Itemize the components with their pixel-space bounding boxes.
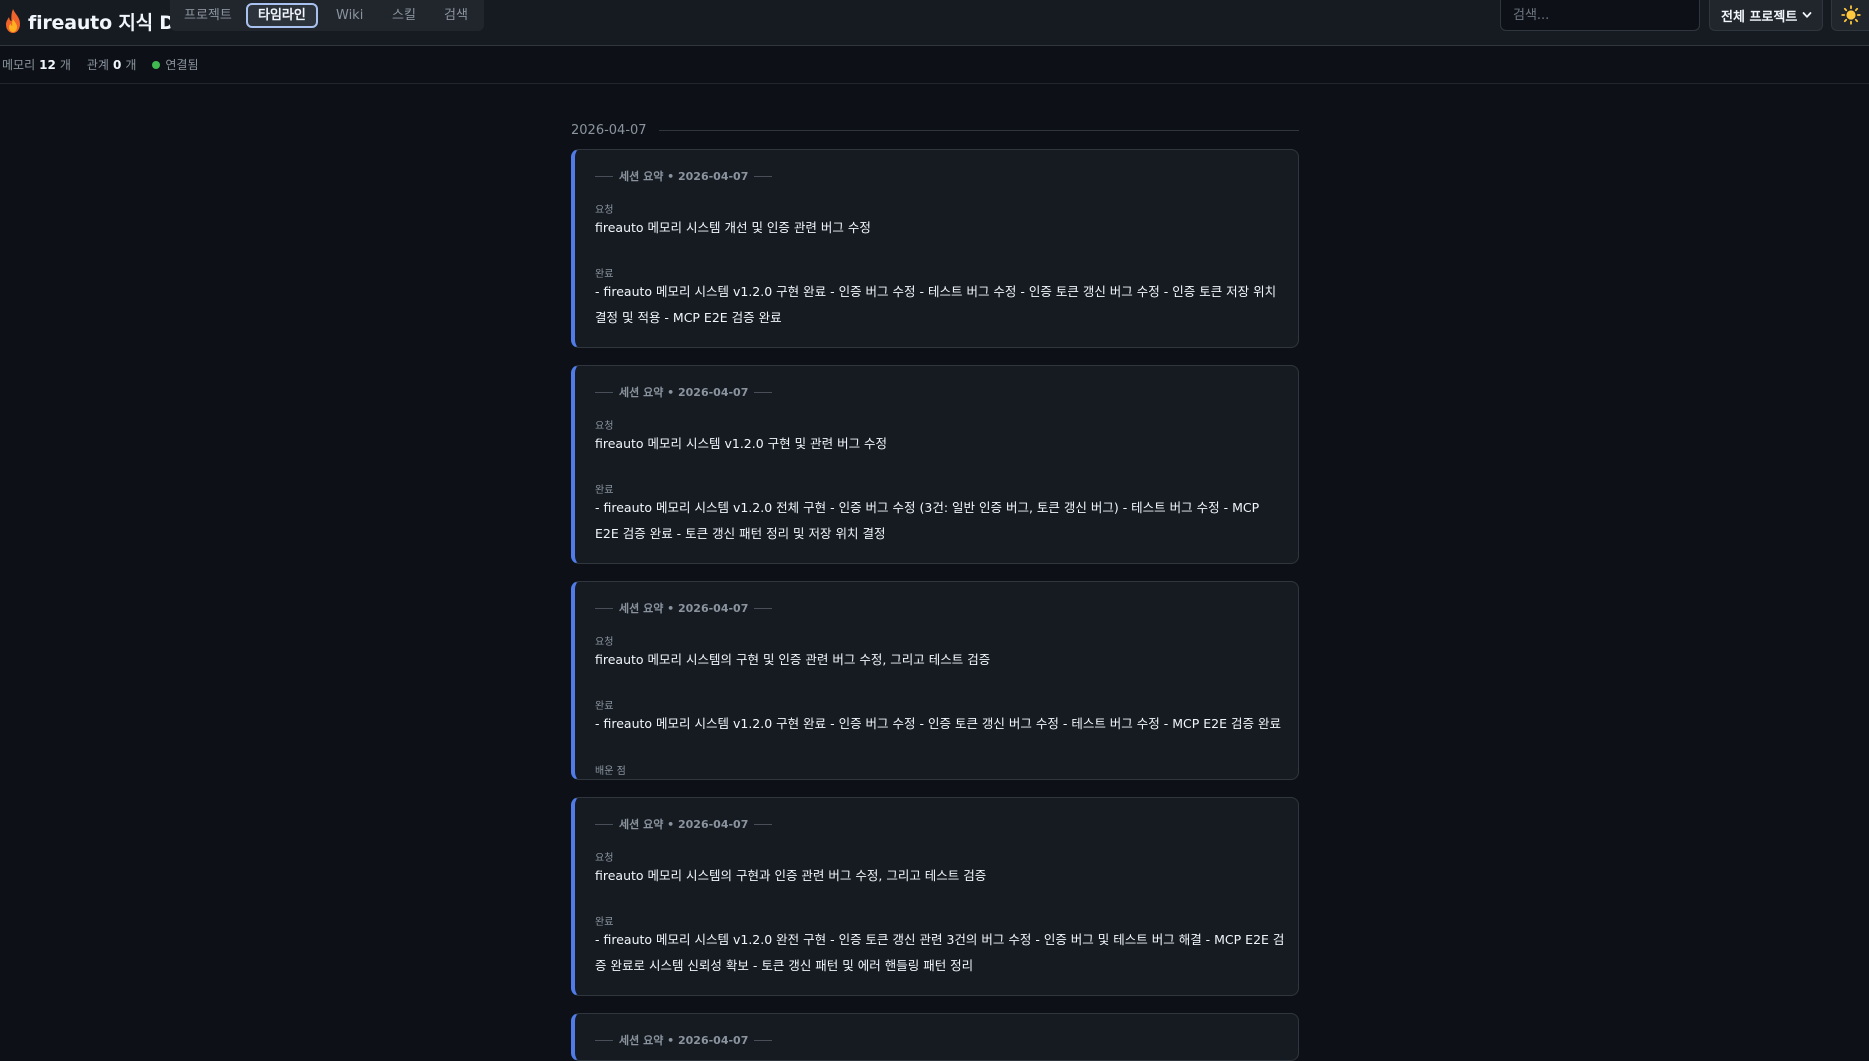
request-text: fireauto 메모리 시스템의 구현 및 인증 관련 버그 수정, 그리고 …	[595, 652, 991, 667]
sun-icon	[1840, 5, 1861, 25]
memory-count: 12	[39, 58, 56, 72]
relation-unit: 개	[125, 58, 137, 72]
date-divider	[658, 129, 1299, 131]
card-header: 세션 요약 • 2026-04-07	[595, 816, 773, 832]
card-header: 세션 요약 • 2026-04-07	[595, 1032, 773, 1048]
session-summary-card[interactable]: 세션 요약 • 2026-04-07 요청 fireauto 메모리 시스템 개…	[571, 149, 1299, 348]
session-summary-card[interactable]: 세션 요약 • 2026-04-07 요청 fireauto 메모리 시스템의 …	[571, 797, 1299, 996]
relation-count: 0	[112, 58, 122, 72]
request-label: 요청	[595, 853, 614, 864]
memory-label: 메모리	[2, 58, 36, 72]
project-filter-value: 전체 프로젝트	[1721, 9, 1798, 25]
divider	[595, 1039, 613, 1041]
tab-wiki[interactable]: Wiki	[326, 3, 373, 28]
connection-status: 연결됨	[152, 56, 199, 73]
card-header-text: 세션 요약 • 2026-04-07	[619, 1034, 749, 1047]
project-filter-select[interactable]: 전체 프로젝트	[1709, 0, 1823, 31]
app-title: fireauto 지식 DB	[28, 11, 190, 34]
session-summary-card[interactable]: 세션 요약 • 2026-04-07 요청 fireauto 메모리 시스템의 …	[571, 581, 1299, 780]
divider	[754, 607, 773, 609]
divider	[595, 391, 613, 393]
divider	[754, 391, 773, 393]
tab-search[interactable]: 검색	[434, 3, 478, 28]
request-label: 요청	[595, 421, 614, 432]
session-summary-card[interactable]: 세션 요약 • 2026-04-07	[571, 1013, 1299, 1061]
relation-label: 관계	[86, 58, 109, 72]
request-label: 요청	[595, 637, 614, 648]
theme-toggle-button[interactable]	[1831, 0, 1869, 31]
top-header: fireauto 지식 DB 프로젝트 타임라인 Wiki 스킬 검색 전체 프…	[0, 0, 1869, 46]
request-label: 요청	[595, 205, 614, 216]
done-text: - fireauto 메모리 시스템 v1.2.0 전체 구현 - 인증 버그 …	[595, 500, 1260, 541]
divider	[754, 175, 773, 177]
search-input[interactable]	[1500, 0, 1700, 31]
done-label: 완료	[595, 269, 614, 280]
card-header: 세션 요약 • 2026-04-07	[595, 600, 773, 616]
card-header-text: 세션 요약 • 2026-04-07	[619, 170, 749, 183]
request-text: fireauto 메모리 시스템의 구현과 인증 관련 버그 수정, 그리고 테…	[595, 868, 987, 883]
date-group-header: 2026-04-07	[571, 120, 1299, 140]
connection-dot-icon	[152, 60, 161, 69]
app-logo[interactable]: fireauto 지식 DB	[3, 6, 189, 36]
fire-icon	[6, 9, 20, 33]
chevron-down-icon	[1802, 12, 1812, 18]
tab-projects[interactable]: 프로젝트	[174, 3, 242, 28]
connection-label: 연결됨	[165, 58, 199, 72]
learned-label: 배운 점	[595, 766, 626, 777]
card-header-text: 세션 요약 • 2026-04-07	[619, 602, 749, 615]
done-text: - fireauto 메모리 시스템 v1.2.0 구현 완료 - 인증 버그 …	[595, 716, 1281, 731]
card-header: 세션 요약 • 2026-04-07	[595, 384, 773, 400]
request-text: fireauto 메모리 시스템 v1.2.0 구현 및 관련 버그 수정	[595, 436, 888, 451]
status-bar: 메모리 12 개 관계 0 개 연결됨	[0, 46, 1869, 84]
tab-timeline[interactable]: 타임라인	[246, 3, 318, 28]
done-text: - fireauto 메모리 시스템 v1.2.0 구현 완료 - 인증 버그 …	[595, 284, 1277, 325]
relation-count-stat: 관계 0 개	[87, 56, 137, 73]
card-header-text: 세션 요약 • 2026-04-07	[619, 386, 749, 399]
divider	[595, 607, 613, 609]
done-label: 완료	[595, 701, 614, 712]
done-text: - fireauto 메모리 시스템 v1.2.0 완전 구현 - 인증 토큰 …	[595, 932, 1285, 973]
date-group-label: 2026-04-07	[571, 122, 647, 138]
divider	[595, 175, 613, 177]
session-summary-card[interactable]: 세션 요약 • 2026-04-07 요청 fireauto 메모리 시스템 v…	[571, 365, 1299, 564]
done-label: 완료	[595, 917, 614, 928]
memory-count-stat: 메모리 12 개	[2, 56, 71, 73]
divider	[595, 823, 613, 825]
done-label: 완료	[595, 485, 614, 496]
card-header-text: 세션 요약 • 2026-04-07	[619, 818, 749, 831]
card-header: 세션 요약 • 2026-04-07	[595, 168, 773, 184]
main-nav: 프로젝트 타임라인 Wiki 스킬 검색	[170, 0, 484, 31]
memory-unit: 개	[59, 58, 71, 72]
divider	[754, 1039, 773, 1041]
request-text: fireauto 메모리 시스템 개선 및 인증 관련 버그 수정	[595, 220, 871, 235]
divider	[754, 823, 773, 825]
tab-skills[interactable]: 스킬	[382, 3, 426, 28]
